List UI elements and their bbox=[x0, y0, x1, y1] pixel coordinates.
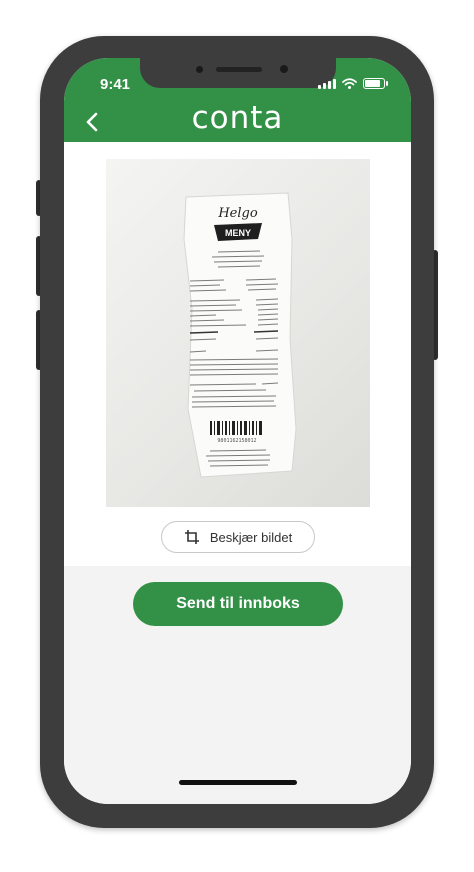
crop-image-button[interactable]: Beskjær bildet bbox=[161, 521, 315, 553]
battery-icon bbox=[363, 78, 388, 89]
crop-icon bbox=[184, 530, 199, 544]
receipt-illustration: Helgo MENY 9801162158012 bbox=[183, 192, 297, 478]
earpiece-speaker bbox=[216, 67, 262, 72]
crop-image-label: Beskjær bildet bbox=[209, 529, 293, 545]
notch bbox=[140, 58, 336, 88]
app-header: 9:41 conta bbox=[64, 58, 411, 142]
photo-preview-area: Helgo MENY 9801162158012 Beskjær bildet bbox=[64, 142, 411, 566]
wifi-icon bbox=[342, 78, 357, 89]
status-time: 9:41 bbox=[100, 76, 131, 93]
receipt-brand-badge: MENY bbox=[225, 228, 251, 238]
receipt-photo: Helgo MENY 9801162158012 bbox=[106, 159, 370, 507]
brand-logo: conta bbox=[191, 100, 284, 136]
send-to-inbox-button[interactable]: Send til innboks bbox=[133, 582, 343, 626]
signal-icon bbox=[318, 79, 336, 89]
action-area: Send til innboks bbox=[64, 566, 411, 804]
proximity-sensor bbox=[196, 66, 203, 73]
home-indicator[interactable] bbox=[179, 780, 297, 785]
receipt-brand-script: Helgo bbox=[217, 206, 258, 221]
front-camera bbox=[280, 65, 288, 73]
status-icons bbox=[318, 78, 388, 89]
send-to-inbox-label: Send til innboks bbox=[176, 595, 300, 612]
phone-screen: 9:41 conta Helgo MENY 9801162158012 Besk… bbox=[64, 58, 411, 804]
receipt-barcode-number: 9801162158012 bbox=[217, 438, 256, 444]
